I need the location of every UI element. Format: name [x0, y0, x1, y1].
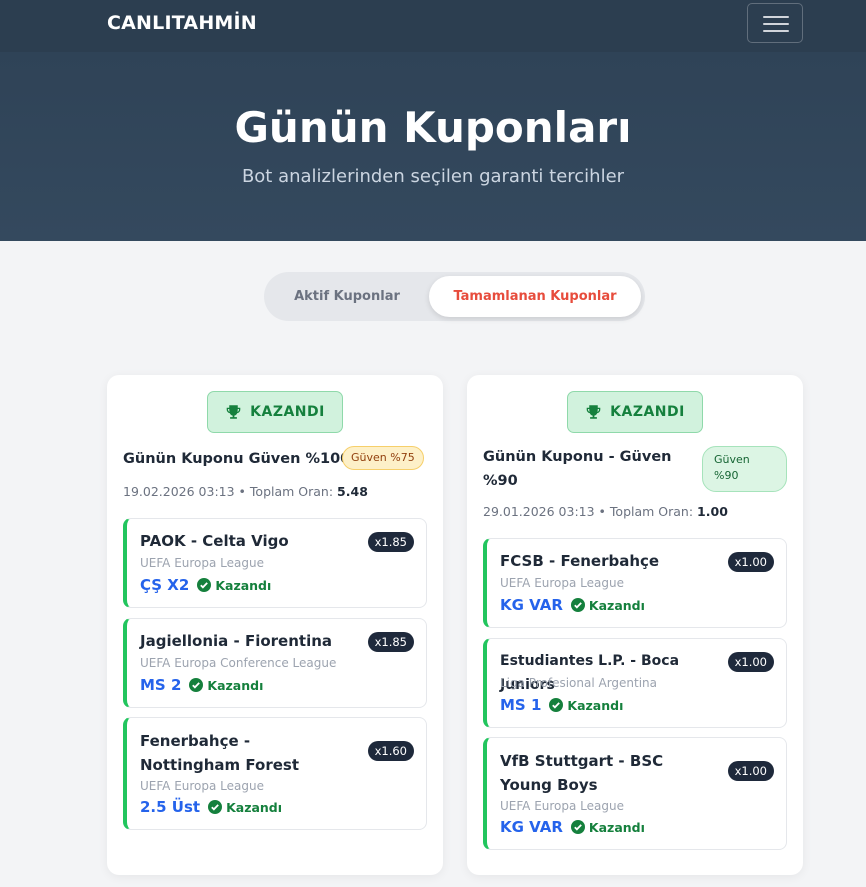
league-name: UEFA Europa League [500, 799, 624, 813]
hamburger-menu-button[interactable] [747, 3, 803, 43]
odds-badge: x1.85 [367, 632, 414, 652]
coupon-date: 19.02.2026 03:13 [123, 484, 235, 499]
navbar: CANLITAHMİN [0, 0, 866, 52]
coupon-card: KAZANDI Günün Kuponu Güven %100 Güven %7… [107, 375, 443, 875]
status-badge: Kazandı [197, 578, 271, 593]
tab-active-coupons[interactable]: Aktif Kuponlar [272, 276, 422, 317]
pick-value: KG VAR [500, 596, 563, 614]
pick-value: KG VAR [500, 818, 563, 836]
match-item[interactable]: PAOK - Celta Vigo x1.85 UEFA Europa Leag… [123, 518, 427, 608]
coupon-card: KAZANDI Günün Kuponu - Güven %90 Güven %… [467, 375, 803, 875]
match-name: Fenerbahçe - Nottingham Forest [140, 732, 300, 774]
total-odds-value: 5.48 [337, 484, 368, 499]
league-name: Liga Profesional Argentina [500, 676, 658, 690]
hamburger-icon-bar [763, 30, 789, 32]
pick-value: ÇŞ X2 [140, 576, 190, 594]
confidence-badge: Güven %75 [342, 446, 424, 470]
total-odds-value: 1.00 [697, 504, 728, 519]
status-text: Kazandı [207, 677, 264, 693]
status-badge: Kazandı [189, 678, 263, 693]
league-name: UEFA Europa League [500, 576, 624, 590]
status-text: Kazandı [567, 697, 624, 713]
pick-value: MS 1 [500, 696, 542, 714]
status-badge: Kazandı [570, 819, 645, 835]
page-subtitle: Bot analizlerinden seçilen garanti terci… [241, 166, 625, 187]
coupon-tabs: Aktif Kuponlar Tamamlanan Kuponlar [264, 272, 645, 321]
odds-badge: x1.00 [727, 552, 774, 572]
pick-row: 2.5 Üst Kazandı [140, 798, 282, 816]
hamburger-icon-bar [763, 23, 789, 25]
check-circle-icon [208, 800, 223, 814]
match-name: Jagiellonia - Fiorentina [140, 632, 333, 650]
status-text: Kazandı [226, 799, 283, 815]
match-name: PAOK - Celta Vigo [140, 532, 289, 550]
status-badge: Kazandı [208, 800, 282, 815]
match-item[interactable]: Estudiantes L.P. - Boca Juniors x1.00 Li… [483, 638, 787, 728]
match-name: FCSB - Fenerbahçe [500, 552, 660, 570]
status-badge: Kazandı [549, 698, 623, 713]
match-item[interactable]: FCSB - Fenerbahçe x1.00 UEFA Europa Leag… [483, 538, 787, 628]
coupon-title: Günün Kuponu - Güven %90 [483, 449, 672, 489]
status-text: Kazandı [215, 577, 272, 593]
match-name: VfB Stuttgart - BSC Young Boys [500, 752, 664, 794]
check-circle-icon [197, 578, 212, 592]
won-label: KAZANDI [610, 404, 685, 420]
hamburger-icon [763, 16, 789, 18]
check-circle-icon [570, 598, 585, 612]
brand-logo[interactable]: CANLITAHMİN [107, 12, 257, 34]
check-circle-icon [570, 820, 585, 834]
coupon-title: Günün Kuponu Güven %100 [123, 451, 351, 467]
status-text: Kazandı [588, 597, 645, 613]
league-name: UEFA Europa League [140, 779, 264, 793]
pick-row: ÇŞ X2 Kazandı [140, 576, 271, 594]
pick-row: KG VAR Kazandı [500, 818, 645, 836]
pick-row: MS 1 Kazandı [500, 696, 623, 714]
page-title: Günün Kuponları [234, 103, 632, 152]
confidence-badge: Güven %90 [702, 446, 787, 492]
tab-completed-coupons[interactable]: Tamamlanan Kuponlar [429, 276, 641, 317]
match-item[interactable]: VfB Stuttgart - BSC Young Boys x1.00 UEF… [483, 737, 787, 850]
won-badge: KAZANDI [207, 391, 343, 433]
match-item[interactable]: Fenerbahçe - Nottingham Forest x1.60 UEF… [123, 717, 427, 830]
won-label: KAZANDI [250, 404, 325, 420]
league-name: UEFA Europa Conference League [140, 656, 337, 670]
pick-value: 2.5 Üst [140, 798, 201, 816]
trophy-icon [226, 405, 241, 419]
check-circle-icon [549, 698, 564, 712]
pick-row: KG VAR Kazandı [500, 596, 645, 614]
match-item[interactable]: Jagiellonia - Fiorentina x1.85 UEFA Euro… [123, 618, 427, 708]
pick-row: MS 2 Kazandı [140, 676, 263, 694]
total-odds-label: Toplam Oran: [609, 504, 694, 519]
odds-badge: x1.00 [727, 761, 774, 781]
trophy-icon [586, 405, 601, 419]
won-badge: KAZANDI [567, 391, 703, 433]
coupon-meta: 19.02.2026 03:13 • Toplam Oran: 5.48 [123, 484, 368, 499]
pick-value: MS 2 [140, 676, 182, 694]
check-circle-icon [189, 678, 204, 692]
total-odds-label: Toplam Oran: [249, 484, 334, 499]
hero-section: Günün Kuponları Bot analizlerinden seçil… [0, 52, 866, 241]
coupon-meta: 29.01.2026 03:13 • Toplam Oran: 1.00 [483, 504, 728, 519]
coupon-date: 29.01.2026 03:13 [483, 504, 595, 519]
league-name: UEFA Europa League [140, 556, 264, 570]
status-badge: Kazandı [570, 597, 645, 613]
odds-badge: x1.00 [727, 652, 774, 672]
odds-badge: x1.60 [367, 741, 414, 761]
status-text: Kazandı [588, 819, 645, 835]
odds-badge: x1.85 [367, 532, 414, 552]
